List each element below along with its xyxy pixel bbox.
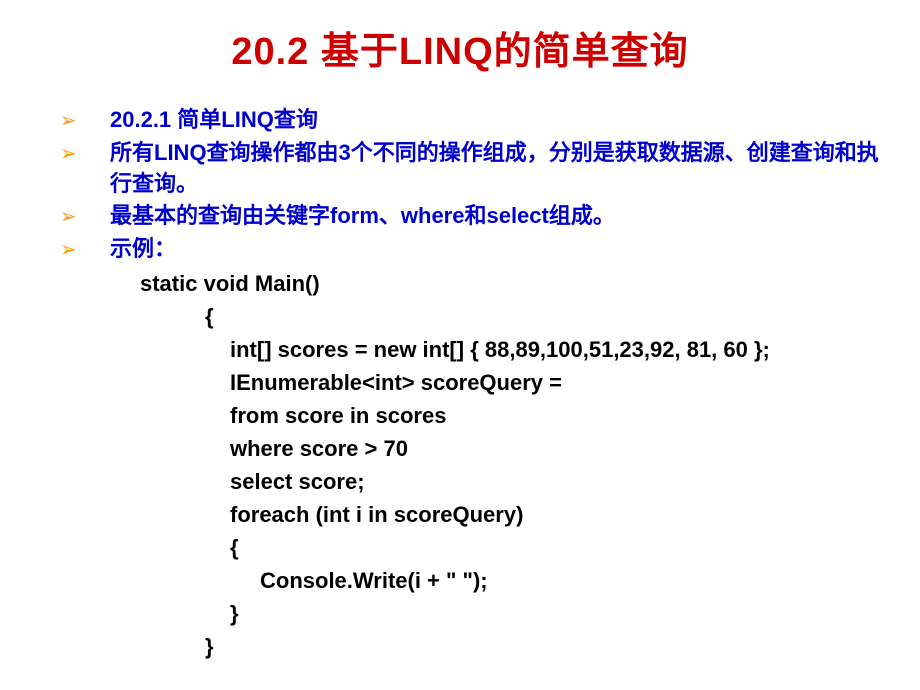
arrow-bullet-icon: ➢ (60, 140, 77, 168)
bullet-text: 20.2.1 简单LINQ查询 (110, 107, 318, 132)
code-line: } (140, 597, 880, 630)
code-line: Console.Write(i + " "); (140, 564, 880, 597)
bullet-text: 最基本的查询由关键字form、where和select组成。 (110, 203, 615, 228)
bullet-item: ➢ 所有LINQ查询操作都由3个不同的操作组成，分别是获取数据源、创建查询和执行… (40, 138, 880, 200)
arrow-bullet-icon: ➢ (60, 107, 77, 135)
code-line: static void Main() (140, 267, 880, 300)
slide-title: 20.2 基于LINQ的简单查询 (40, 20, 880, 75)
bullet-item: ➢ 示例： (40, 234, 880, 265)
code-line: } (140, 630, 880, 663)
arrow-bullet-icon: ➢ (60, 203, 77, 231)
code-line: select score; (140, 465, 880, 498)
code-line: IEnumerable<int> scoreQuery = (140, 366, 880, 399)
code-line: { (140, 531, 880, 564)
bullet-list: ➢ 20.2.1 简单LINQ查询 ➢ 所有LINQ查询操作都由3个不同的操作组… (40, 105, 880, 265)
code-line: from score in scores (140, 399, 880, 432)
bullet-text: 示例： (110, 236, 176, 261)
arrow-bullet-icon: ➢ (60, 236, 77, 264)
code-example: static void Main() { int[] scores = new … (40, 267, 880, 663)
bullet-text: 所有LINQ查询操作都由3个不同的操作组成，分别是获取数据源、创建查询和执行查询… (110, 140, 879, 196)
bullet-item: ➢ 20.2.1 简单LINQ查询 (40, 105, 880, 136)
code-line: foreach (int i in scoreQuery) (140, 498, 880, 531)
code-line: { (140, 300, 880, 333)
code-line: int[] scores = new int[] { 88,89,100,51,… (140, 333, 880, 366)
bullet-item: ➢ 最基本的查询由关键字form、where和select组成。 (40, 201, 880, 232)
code-line: where score > 70 (140, 432, 880, 465)
